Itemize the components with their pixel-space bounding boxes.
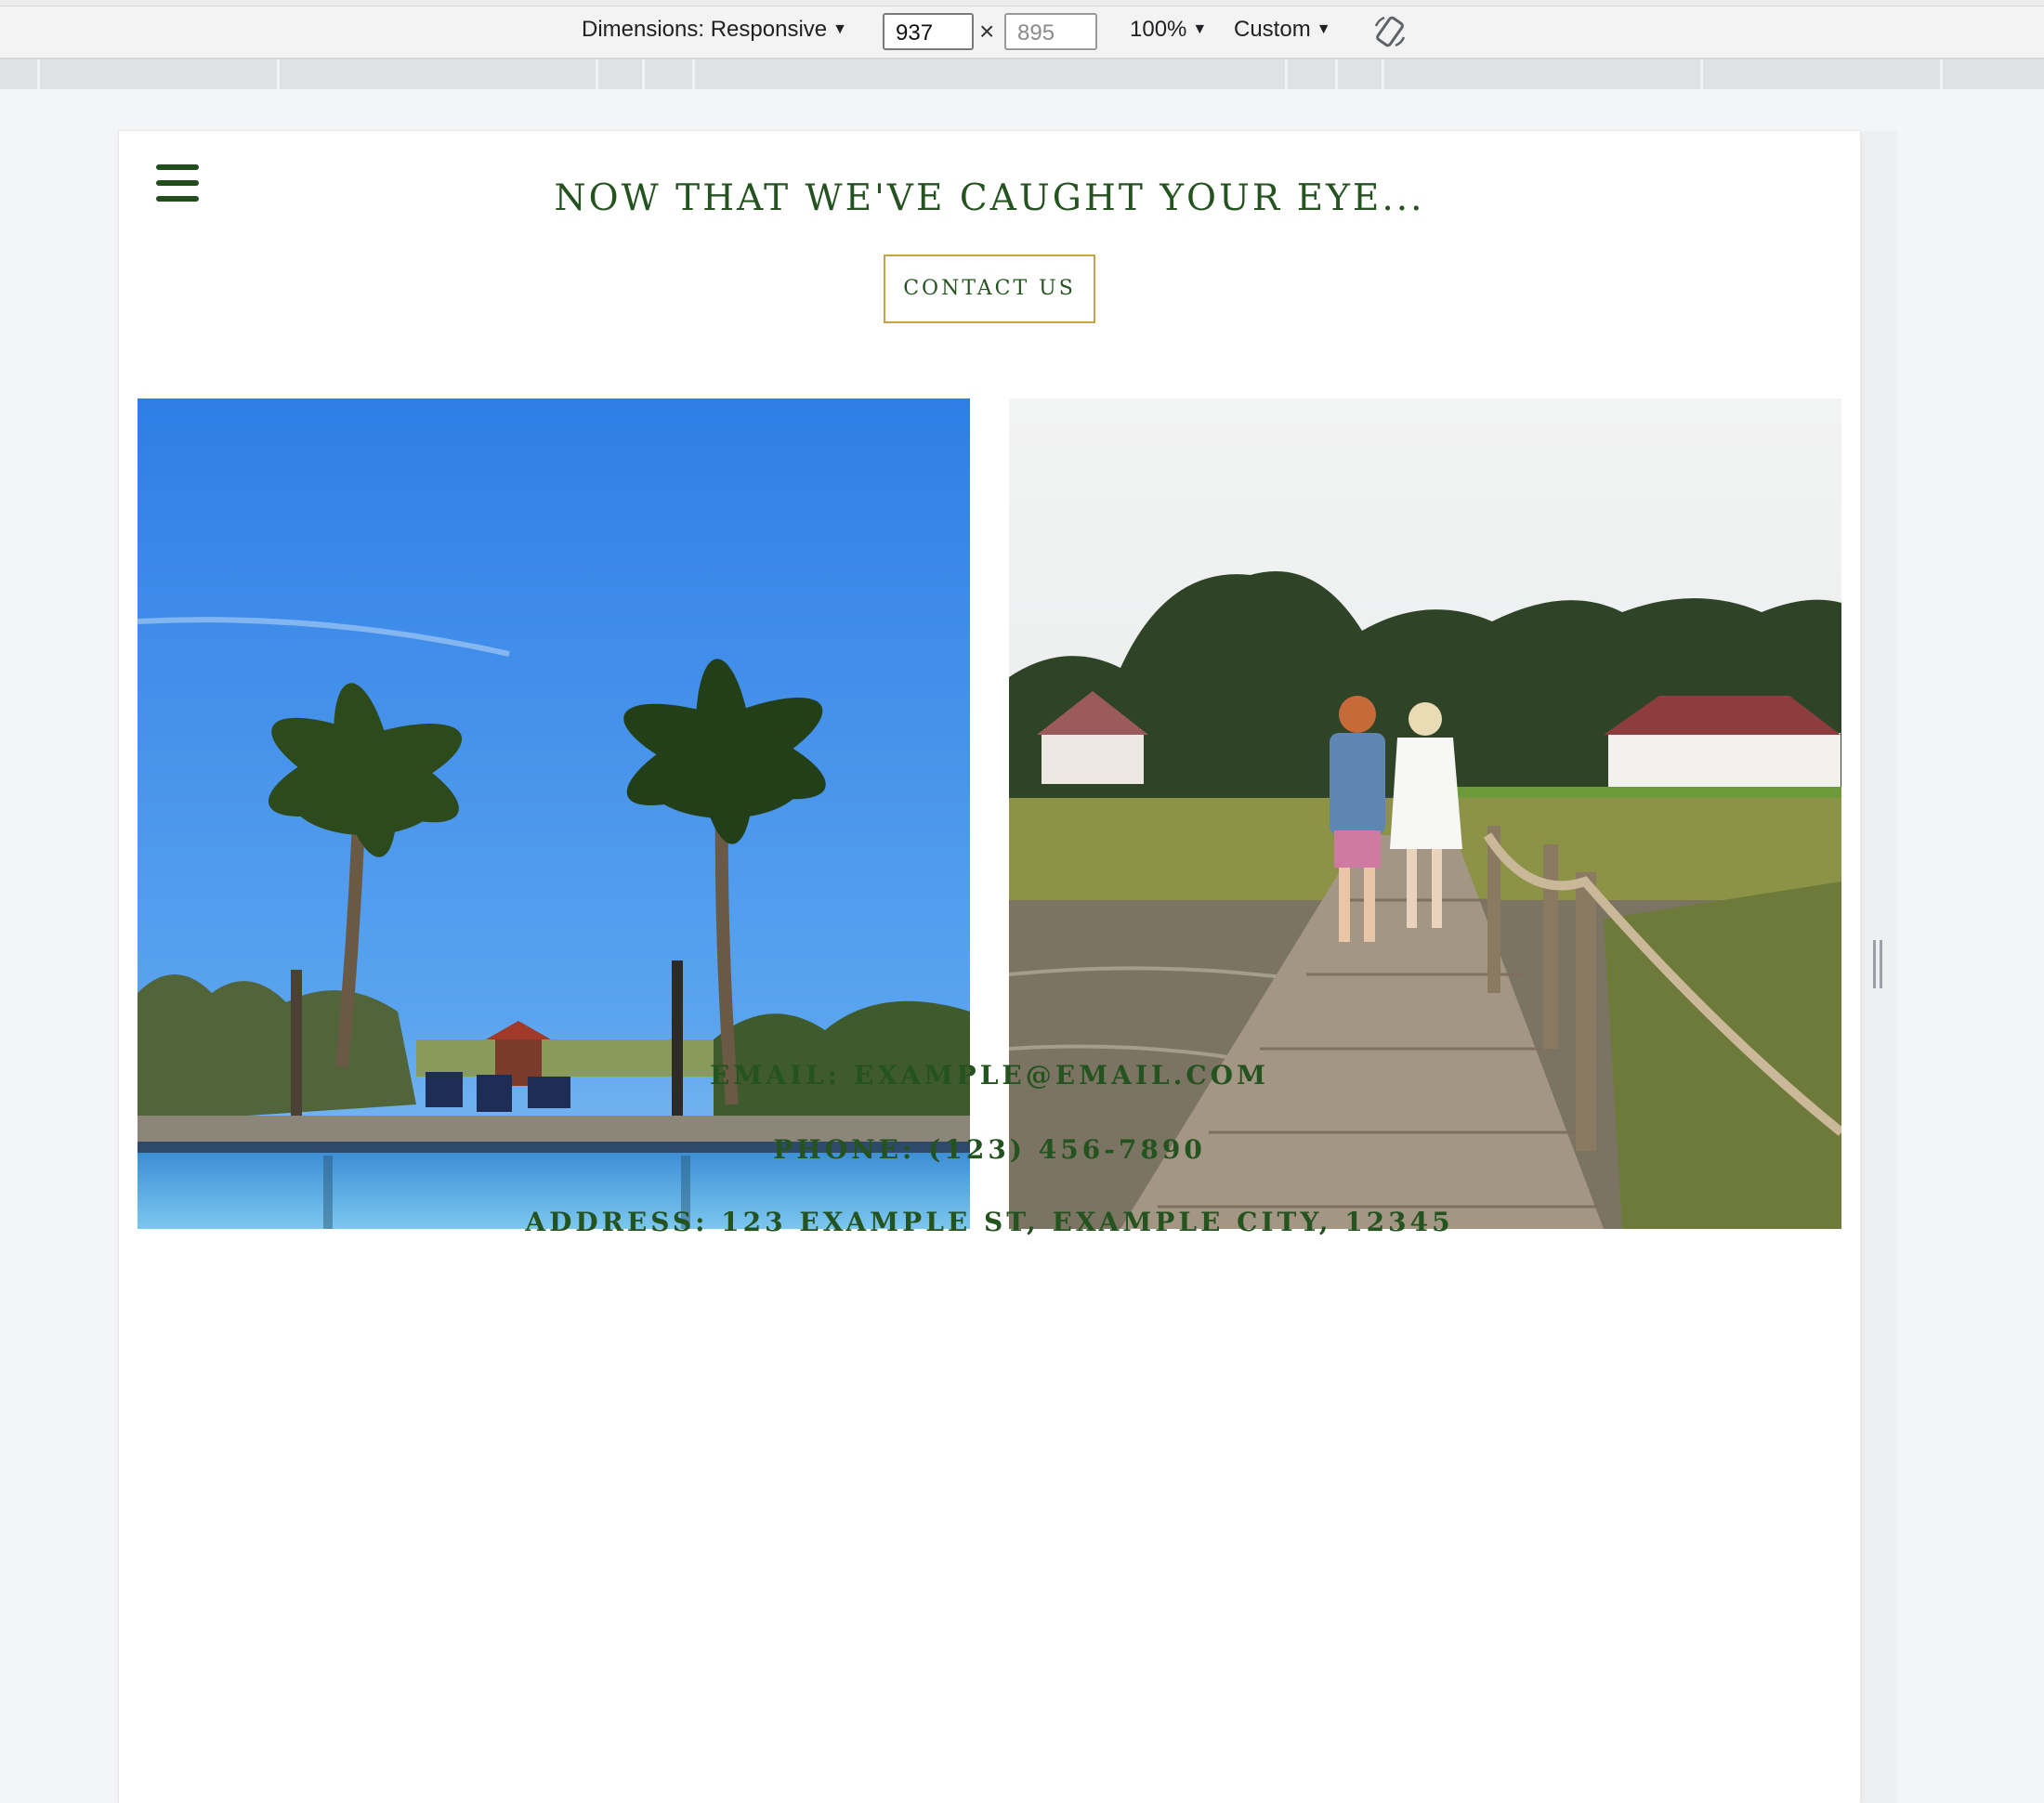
zoom-label: 100% (1130, 17, 1187, 42)
media-query-segment[interactable] (642, 59, 694, 89)
toolbar-top-border (0, 0, 2044, 7)
page-viewport: NOW THAT WE'VE CAUGHT YOUR EYE... CONTAC… (119, 131, 1860, 1803)
contact-email[interactable]: EMAIL: EXAMPLE@EMAIL.COM (119, 1060, 1860, 1091)
height-input[interactable]: 895 (1004, 13, 1097, 50)
media-query-segment[interactable] (692, 59, 1287, 89)
chevron-down-icon: ▼ (1192, 21, 1208, 37)
boardwalk-couple-photo (1009, 398, 1841, 1229)
throttle-label: Custom (1234, 17, 1311, 42)
media-query-segment[interactable] (596, 59, 644, 89)
media-query-segment[interactable] (1285, 59, 1337, 89)
media-query-segment[interactable] (1940, 59, 2044, 89)
device-toolbar: Dimensions: Responsive ▼ 937 × 895 100% ▼ … (0, 0, 2044, 59)
page-headline: NOW THAT WE'VE CAUGHT YOUR EYE... (554, 177, 1425, 219)
media-query-bar[interactable] (0, 59, 2044, 89)
rotate-device-icon[interactable] (1371, 13, 1409, 50)
resize-handle[interactable] (1873, 940, 1884, 988)
contact-address: ADDRESS: 123 EXAMPLE ST, EXAMPLE CITY, 1… (525, 1207, 1454, 1237)
contact-phone[interactable]: PHONE: (123) 456-7890 (119, 1134, 1860, 1165)
chevron-down-icon: ▼ (1316, 21, 1331, 37)
palm-trees-pool-photo (138, 398, 970, 1229)
dimensions-dropdown[interactable]: Dimensions: Responsive ▼ (582, 17, 847, 43)
dimensions-label: Dimensions: Responsive (582, 17, 828, 42)
chevron-down-icon: ▼ (832, 21, 847, 37)
width-input[interactable]: 937 (883, 13, 974, 50)
media-query-segment[interactable] (1335, 59, 1383, 89)
media-query-segment[interactable] (1700, 59, 1942, 89)
media-query-segment[interactable] (37, 59, 279, 89)
throttle-dropdown[interactable]: Custom ▼ (1234, 17, 1331, 43)
times-separator: × (979, 17, 995, 46)
zoom-dropdown[interactable]: 100% ▼ (1130, 17, 1207, 43)
contact-us-button[interactable]: CONTACT US (884, 255, 1095, 323)
media-query-segment[interactable] (1382, 59, 1702, 89)
media-query-segment[interactable] (277, 59, 597, 89)
